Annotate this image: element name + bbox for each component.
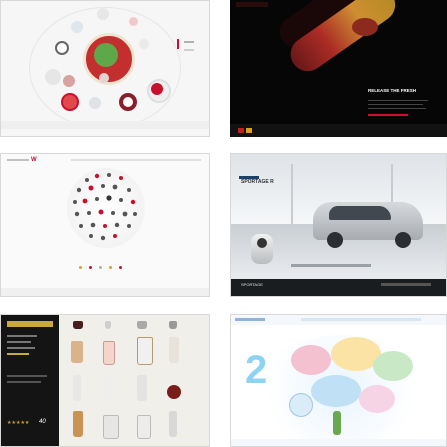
bottle-item[interactable] bbox=[333, 411, 341, 435]
tile-car-showroom[interactable]: SPORTAGE R SPORTAGE bbox=[230, 153, 447, 297]
car-wheel bbox=[327, 232, 343, 248]
bottle-cap bbox=[352, 18, 378, 36]
thumb[interactable] bbox=[238, 128, 244, 133]
product-item[interactable] bbox=[103, 415, 119, 439]
text-line bbox=[368, 100, 428, 101]
product-thumb[interactable] bbox=[71, 21, 83, 33]
car-window bbox=[329, 206, 391, 220]
product-thumb[interactable] bbox=[63, 75, 75, 87]
cloud-shape bbox=[359, 385, 395, 413]
text-line bbox=[368, 104, 423, 105]
menu-line[interactable] bbox=[7, 341, 31, 343]
product-thumb[interactable] bbox=[129, 17, 138, 26]
product-thumb-inner bbox=[151, 83, 163, 95]
product-item[interactable] bbox=[71, 341, 83, 363]
nav-line bbox=[7, 159, 29, 161]
info-bubble[interactable] bbox=[289, 393, 313, 417]
menu-line bbox=[7, 381, 41, 383]
logo: W bbox=[31, 157, 37, 163]
sphere-icons[interactable] bbox=[67, 168, 145, 248]
product-item[interactable] bbox=[73, 375, 81, 401]
product-thumb[interactable] bbox=[55, 41, 69, 55]
car-wheel bbox=[395, 232, 411, 248]
thumb-strip[interactable] bbox=[291, 264, 371, 267]
logo-block bbox=[236, 2, 268, 7]
product-thumb[interactable] bbox=[139, 39, 149, 49]
product-item[interactable] bbox=[169, 321, 177, 329]
robot-eye bbox=[257, 238, 267, 248]
menu-line[interactable] bbox=[7, 347, 35, 349]
tile-cosmetics-circle[interactable] bbox=[0, 0, 210, 137]
tile-product-grid[interactable]: ★★★★★ 40 bbox=[0, 314, 210, 447]
product-item[interactable] bbox=[103, 341, 115, 365]
brand-badge: SPORTAGE bbox=[241, 282, 263, 287]
product-item[interactable] bbox=[137, 415, 151, 439]
product-item[interactable] bbox=[167, 385, 181, 399]
menu-line[interactable] bbox=[7, 335, 37, 337]
rating-value: 40 bbox=[39, 419, 46, 425]
bottom-bar bbox=[231, 279, 446, 296]
side-marker bbox=[184, 41, 194, 43]
tile-icon-sphere[interactable]: W bbox=[0, 153, 210, 297]
product-item[interactable] bbox=[137, 337, 153, 365]
product-thumb[interactable] bbox=[89, 97, 101, 109]
tile-bottle-dark[interactable]: RELEASE THE FRESH bbox=[230, 0, 447, 137]
brand-mark bbox=[7, 321, 53, 327]
cloud-shape bbox=[373, 351, 413, 381]
cloud-shape bbox=[311, 375, 361, 407]
product-item[interactable] bbox=[105, 321, 111, 329]
center-product-inner bbox=[94, 43, 118, 67]
product-item[interactable] bbox=[137, 321, 147, 329]
menu-line bbox=[7, 375, 47, 377]
text-line bbox=[368, 108, 426, 109]
product-dot[interactable] bbox=[89, 266, 92, 269]
side-marker bbox=[177, 39, 179, 49]
product-thumb-inner bbox=[123, 97, 133, 107]
logo-line bbox=[235, 318, 265, 321]
cta-line[interactable] bbox=[368, 114, 408, 116]
product-dot[interactable] bbox=[109, 266, 112, 269]
brand-mark bbox=[239, 176, 259, 179]
product-item[interactable] bbox=[137, 375, 147, 401]
product-thumb-inner bbox=[63, 95, 77, 109]
product-thumb[interactable] bbox=[97, 8, 109, 20]
product-thumb[interactable] bbox=[45, 69, 61, 85]
side-marker bbox=[184, 49, 194, 51]
rating-stars: ★★★★★ bbox=[7, 420, 30, 426]
footer-strip bbox=[231, 439, 446, 446]
model-logo: SPORTAGE R bbox=[241, 179, 274, 185]
footer-strip bbox=[1, 288, 209, 296]
bottom-strip bbox=[1, 121, 209, 129]
product-item[interactable] bbox=[105, 375, 113, 401]
release-title: RELEASE THE FRESH bbox=[368, 88, 417, 93]
product-thumb[interactable] bbox=[99, 73, 109, 83]
product-dot[interactable] bbox=[119, 266, 122, 269]
thumb[interactable] bbox=[246, 128, 252, 133]
nav-line bbox=[71, 159, 201, 161]
wall-line bbox=[291, 164, 293, 224]
product-item[interactable] bbox=[169, 337, 179, 363]
tile-illustration-map[interactable]: 2 bbox=[230, 314, 447, 447]
product-item[interactable] bbox=[73, 411, 83, 437]
menu-line[interactable] bbox=[7, 353, 29, 355]
footer-bar bbox=[230, 124, 447, 137]
nav-line[interactable] bbox=[301, 318, 421, 321]
product-dot[interactable] bbox=[79, 266, 82, 269]
product-dot[interactable] bbox=[99, 266, 102, 269]
footer-line bbox=[381, 283, 431, 286]
cloud-shape bbox=[291, 345, 331, 375]
product-item[interactable] bbox=[73, 321, 83, 329]
product-item[interactable] bbox=[169, 411, 177, 437]
big-number: 2 bbox=[245, 348, 268, 392]
